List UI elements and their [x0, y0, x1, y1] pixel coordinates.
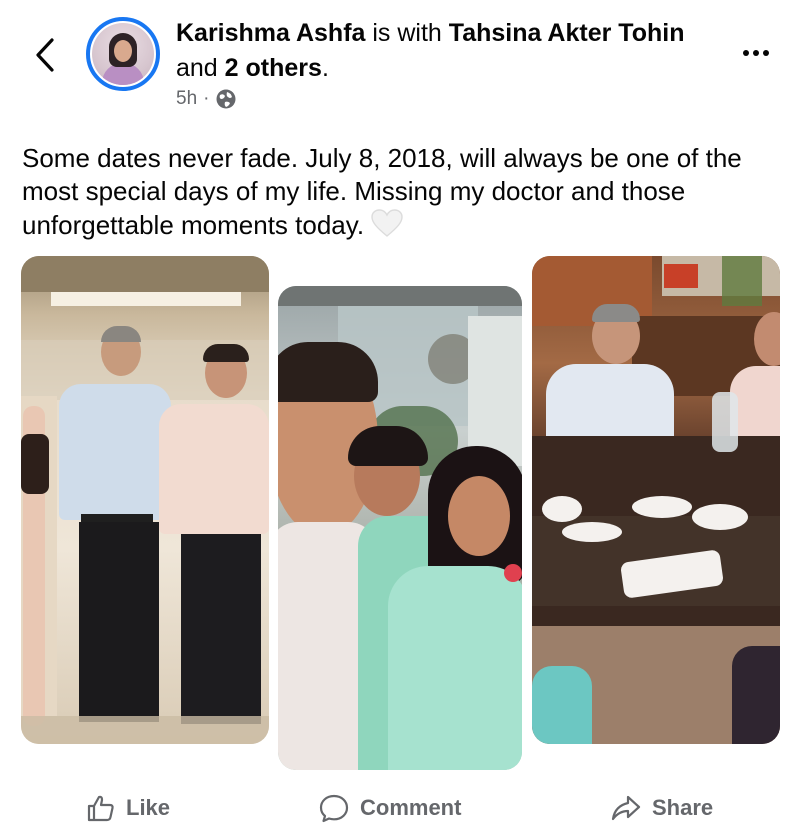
share-icon: [611, 795, 641, 821]
like-label: Like: [126, 795, 171, 820]
others-link[interactable]: 2 others: [225, 54, 322, 82]
with-text: is with: [372, 19, 442, 47]
post-photo-2[interactable]: [278, 286, 522, 770]
more-dot-icon: [763, 50, 769, 56]
post-meta: 5h ·: [176, 88, 237, 110]
thumbs-up-icon: [87, 795, 114, 822]
post-photo-3[interactable]: [532, 256, 780, 744]
comment-label: Comment: [360, 795, 462, 820]
back-button[interactable]: [28, 38, 62, 72]
and-text: and: [176, 54, 218, 82]
post-photo-1[interactable]: [21, 256, 269, 744]
comment-icon: [319, 794, 349, 823]
chevron-left-icon: [36, 38, 54, 72]
share-label: Share: [652, 795, 714, 820]
more-dot-icon: [743, 50, 749, 56]
author-name[interactable]: Karishma Ashfa: [176, 19, 365, 47]
meta-separator: ·: [203, 88, 210, 109]
avatar-photo: [92, 23, 154, 85]
more-dot-icon: [753, 50, 759, 56]
share-button[interactable]: Share: [610, 780, 713, 836]
post-actions-bar: Like Comment Share: [0, 780, 800, 836]
period-text: .: [321, 54, 329, 82]
tagged-name[interactable]: Tahsina Akter Tohin: [449, 19, 685, 47]
post-time[interactable]: 5h: [176, 88, 197, 110]
comment-button[interactable]: Comment: [318, 780, 461, 836]
post-header: Karishma Ashfa is with Tahsina Akter Toh…: [0, 0, 800, 120]
white-heart-icon: [370, 208, 404, 246]
like-button[interactable]: Like: [86, 780, 170, 836]
author-line: Karishma Ashfa is with Tahsina Akter Toh…: [176, 16, 696, 86]
more-options-button[interactable]: [736, 38, 776, 68]
avatar[interactable]: [86, 17, 160, 91]
globe-icon: [216, 89, 236, 109]
post-text: Some dates never fade. July 8, 2018, wil…: [22, 142, 782, 246]
